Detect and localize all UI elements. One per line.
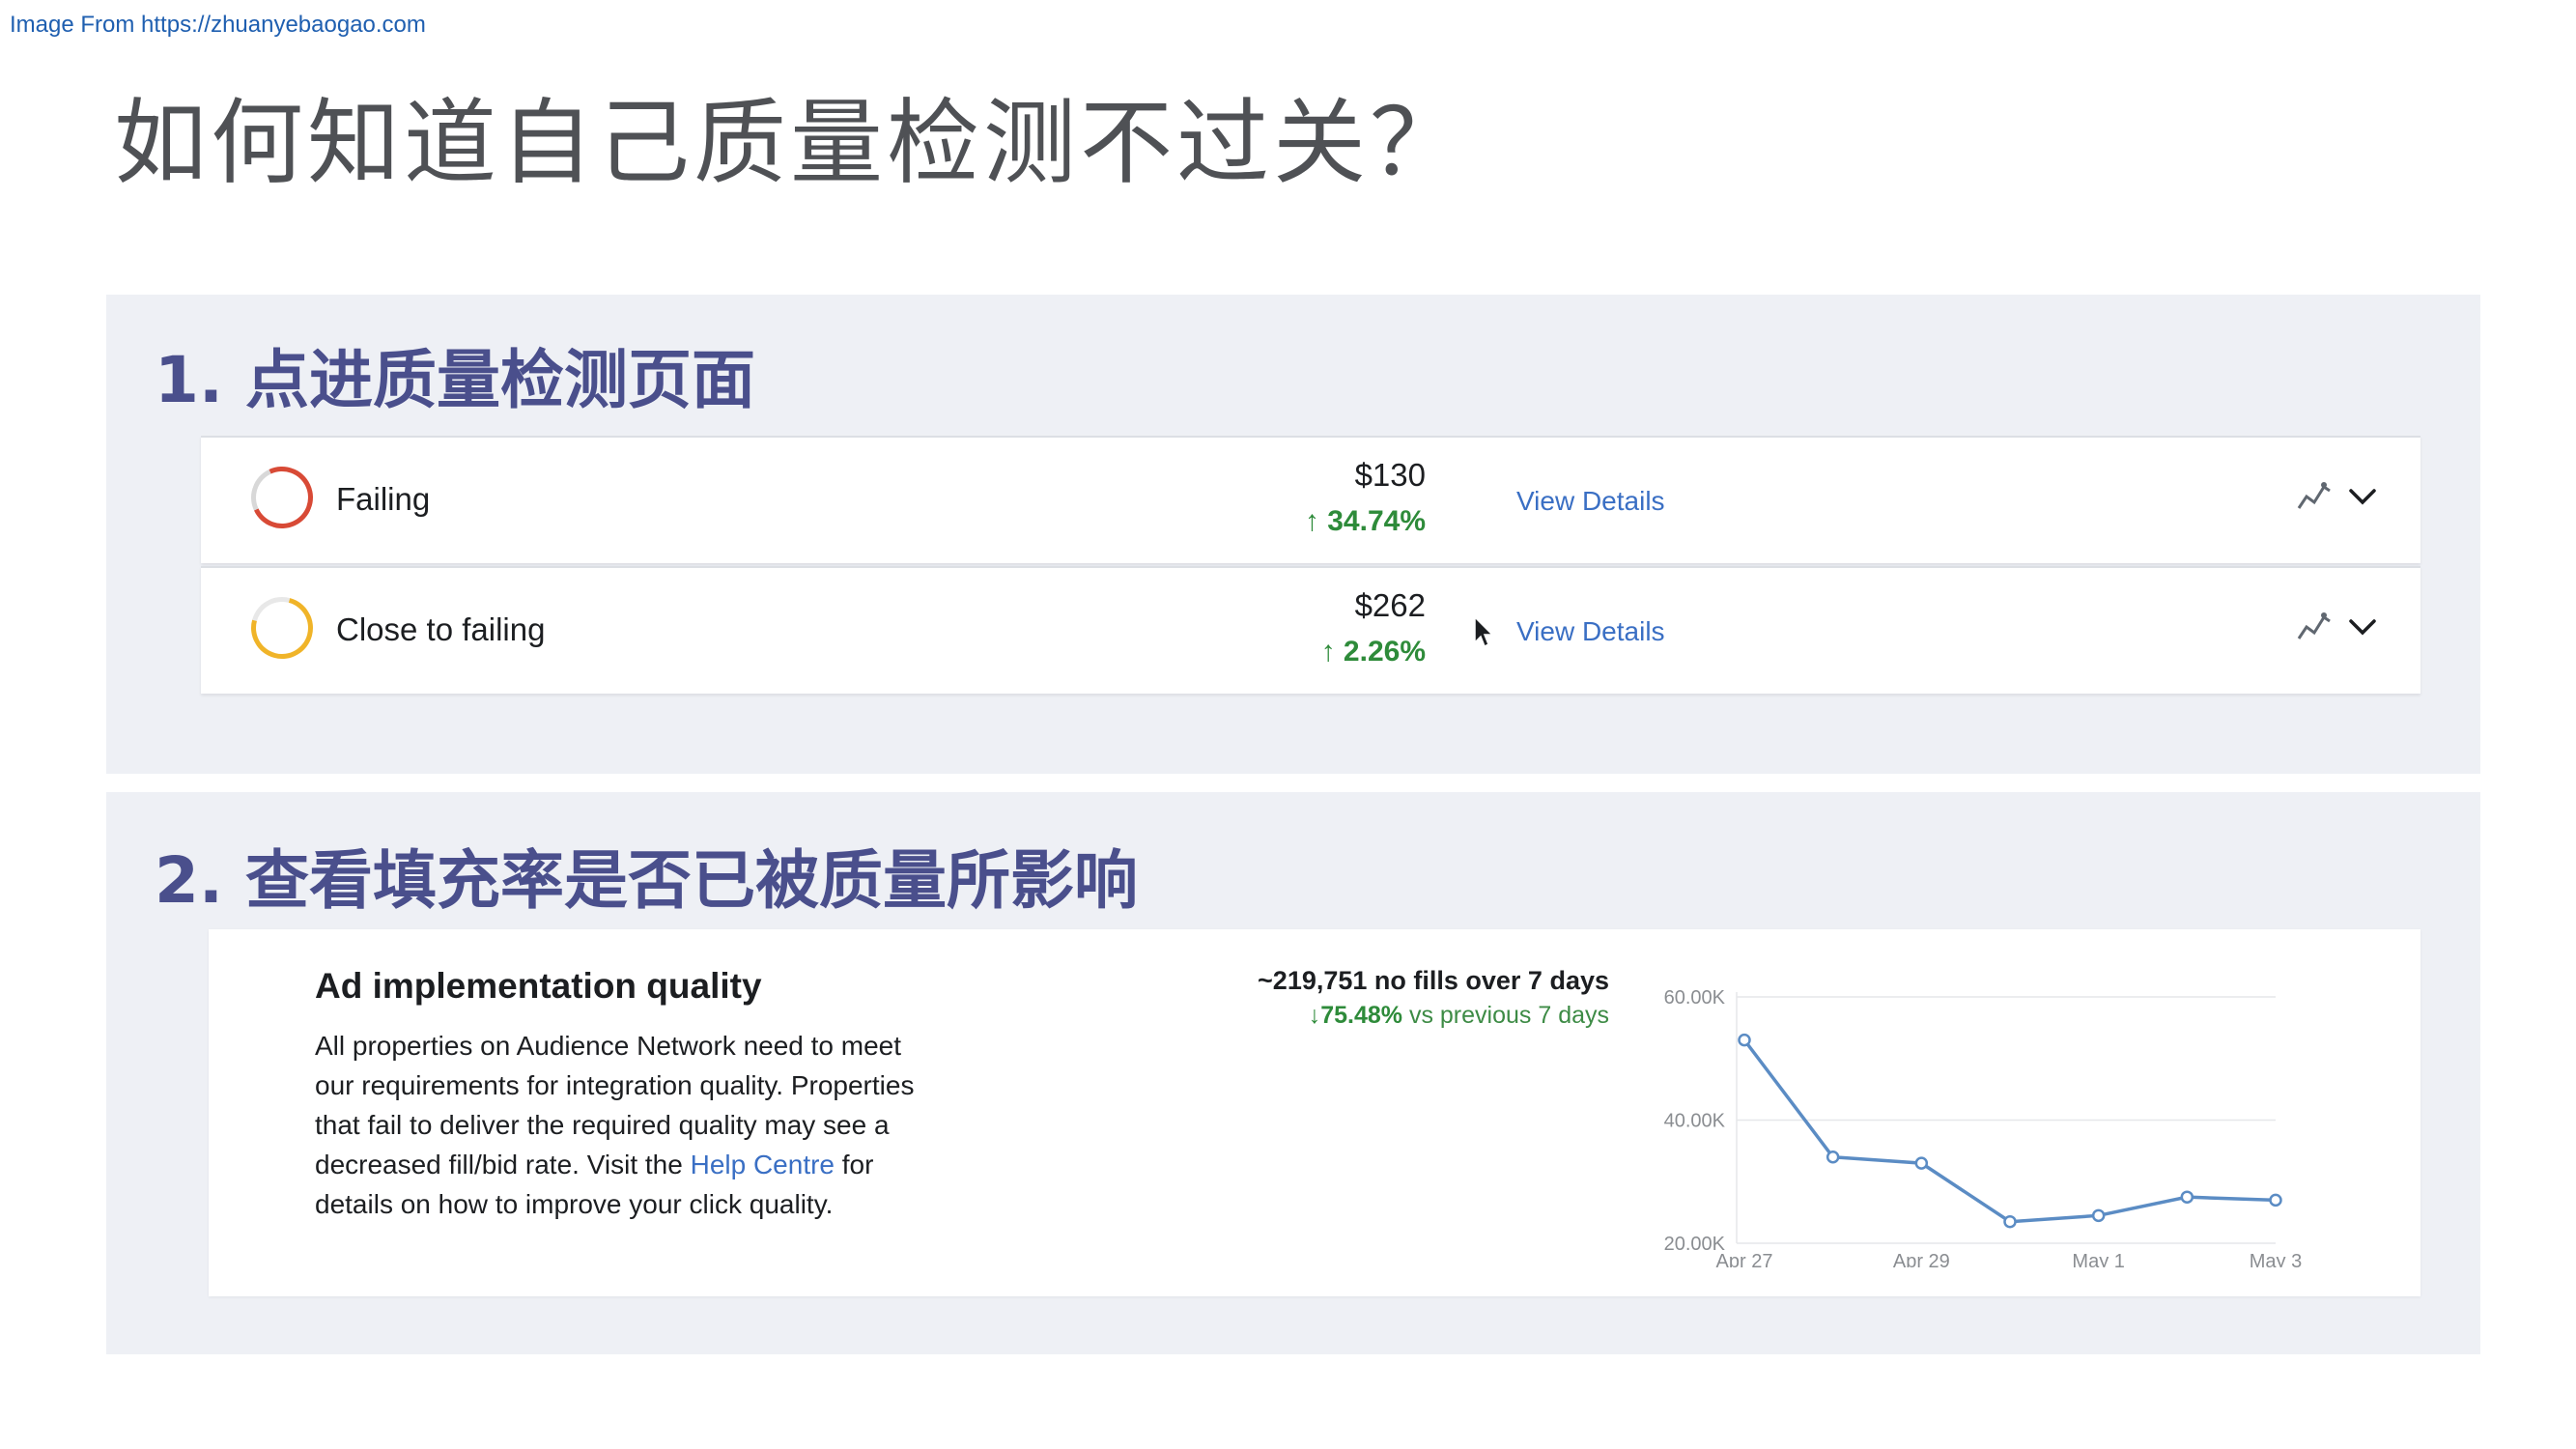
y-tick-label: 40.00K	[1664, 1111, 1726, 1132]
source-link[interactable]: Image From https://zhuanyebaogao.com	[10, 12, 426, 39]
data-point	[1826, 1151, 1840, 1164]
data-point	[2180, 1190, 2194, 1204]
slide: Image From https://zhuanyebaogao.com 如何知…	[0, 0, 2576, 1449]
row-actions	[2295, 474, 2380, 519]
data-point	[2269, 1193, 2282, 1208]
row-change: ↑ 2.26%	[1320, 636, 1426, 668]
no-fill-change: ↓75.48% vs previous 7 days	[1258, 1002, 1609, 1030]
view-details-link[interactable]: View Details	[1516, 616, 1665, 647]
y-tick-label: 60.00K	[1664, 987, 1726, 1009]
no-fill-summary: ~219,751 no fills over 7 days ↓75.48% vs…	[1258, 966, 1609, 1030]
failing-status-ring-icon	[241, 457, 323, 538]
no-fills-line-chart: 60.00K40.00K20.00KApr 27 Apr 29 May 1 May 3	[1664, 987, 2303, 1267]
quality-row-failing[interactable]: Failing $130 ↑ 34.74% View Details	[201, 436, 2420, 563]
step-1-heading: 1. 点进质量检测页面	[155, 343, 755, 417]
row-amount: $262	[1354, 587, 1426, 623]
row-status-label: Failing	[336, 481, 431, 517]
trend-chart-icon[interactable]	[2295, 479, 2334, 514]
row-actions	[2295, 605, 2380, 649]
no-fill-count: ~219,751 no fills over 7 days	[1258, 966, 1609, 995]
data-point	[2091, 1208, 2106, 1223]
x-tick-label: May 3	[2250, 1251, 2302, 1267]
data-point	[1914, 1156, 1929, 1170]
series-line	[1742, 1038, 2277, 1224]
row-amount: $130	[1354, 457, 1426, 493]
step-2-panel: 2. 查看填充率是否已被质量所影响 Ad implementation qual…	[106, 792, 2480, 1354]
row-status-label: Close to failing	[336, 611, 546, 647]
card-title: Ad implementation quality	[315, 966, 762, 1006]
slide-title: 如何知道自己质量检测不过关？	[114, 89, 1466, 197]
no-fill-change-pct: ↓75.48%	[1308, 1002, 1402, 1029]
step-2-heading: 2. 查看填充率是否已被质量所影响	[155, 843, 1138, 918]
ad-quality-card: Ad implementation quality All properties…	[209, 929, 2420, 1296]
quality-row-close-to-failing[interactable]: Close to failing $262 ↑ 2.26% View Detai…	[201, 566, 2420, 694]
data-point	[1738, 1033, 1751, 1047]
view-details-link[interactable]: View Details	[1516, 486, 1665, 517]
chevron-down-icon[interactable]	[2345, 610, 2380, 644]
row-change: ↑ 34.74%	[1304, 505, 1426, 537]
trend-chart-icon[interactable]	[2295, 610, 2334, 644]
x-tick-label: May 1	[2072, 1251, 2124, 1267]
chevron-down-icon[interactable]	[2345, 479, 2380, 514]
no-fill-change-label: vs previous 7 days	[1408, 1002, 1609, 1029]
x-tick-label: Apr 27	[1716, 1251, 1773, 1267]
x-tick-label: Apr 29	[1893, 1251, 1950, 1267]
step-1-panel: 1. 点进质量检测页面 Failing $130 ↑ 34.74% View D…	[106, 295, 2480, 774]
card-description: All properties on Audience Network need …	[315, 1026, 943, 1224]
help-centre-link[interactable]: Help Centre	[691, 1150, 835, 1179]
data-point	[2003, 1214, 2017, 1229]
close-to-failing-status-ring-icon	[240, 585, 325, 670]
mouse-cursor-icon	[1474, 615, 1494, 648]
